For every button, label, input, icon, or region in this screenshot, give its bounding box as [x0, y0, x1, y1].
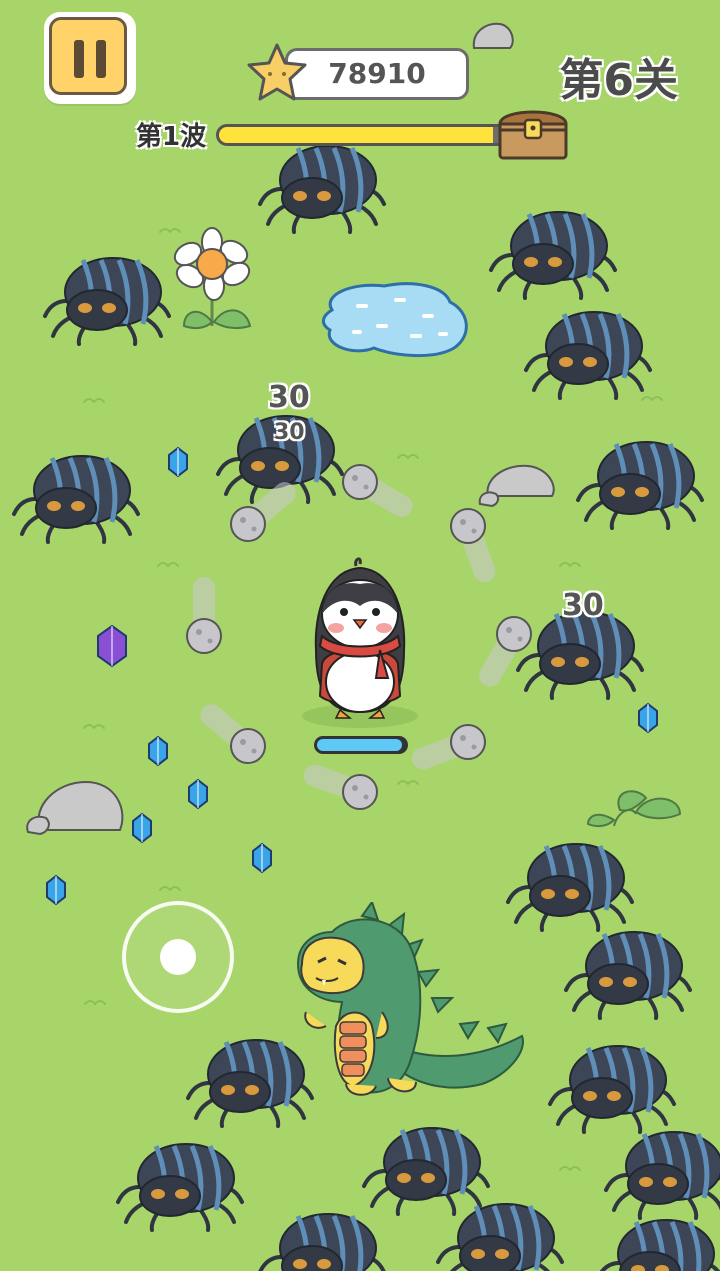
player-health-fill	[317, 739, 403, 751]
virtual-joystick[interactable]	[122, 901, 234, 1013]
orbiting-stone	[230, 482, 296, 542]
dinosaur-costume-character	[296, 902, 524, 1096]
orbiting-stone	[411, 724, 486, 770]
game-stage[interactable]: 30 30 30 78910 第6关 第1波	[0, 0, 720, 1271]
pause-icon	[49, 17, 127, 95]
level-label: 第6关	[559, 55, 678, 106]
star-icon	[247, 43, 307, 101]
player-health-bar	[314, 736, 408, 754]
joystick-knob[interactable]	[160, 939, 196, 975]
penguin-hero	[302, 557, 418, 728]
damage-number: 30	[562, 588, 604, 623]
treasure-chest-icon[interactable]	[496, 102, 570, 162]
damage-number: 30	[268, 380, 310, 415]
score-counter: 78910	[285, 48, 469, 100]
wave-label: 第1波	[136, 122, 207, 152]
wave-progress-bar	[216, 124, 514, 146]
wave-progress-fill	[219, 127, 494, 143]
orbiting-stone	[200, 704, 266, 764]
orbiting-stone	[479, 616, 532, 687]
orbiting-stone	[342, 464, 413, 517]
orbiting-stone	[450, 508, 496, 583]
score-value: 78910	[328, 57, 426, 90]
orbiting-stone	[186, 577, 222, 654]
damage-number: 30	[274, 420, 305, 445]
pause-button[interactable]	[44, 12, 136, 104]
orbiting-stone	[303, 764, 378, 810]
